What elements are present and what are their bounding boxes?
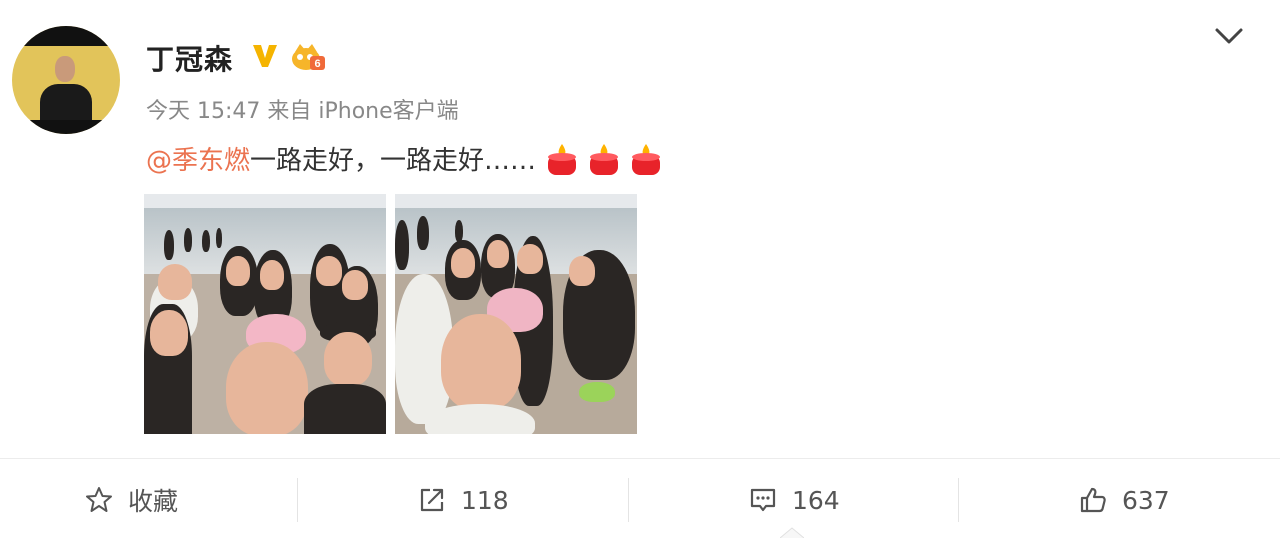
like-count: 637 <box>1122 485 1170 515</box>
share-count: 118 <box>461 485 509 515</box>
candle-icon <box>590 143 619 175</box>
action-separator <box>628 478 629 522</box>
thumbs-up-icon <box>1080 487 1106 513</box>
divider <box>0 458 1280 459</box>
chevron-down-icon[interactable] <box>1212 24 1246 48</box>
post-body-text: 一路走好，一路走好…… <box>250 146 537 176</box>
favorite-button[interactable]: 收藏 <box>84 480 178 520</box>
comment-icon <box>750 488 776 512</box>
candle-icon <box>632 143 661 175</box>
action-separator <box>297 478 298 522</box>
star-icon <box>86 487 112 512</box>
action-separator <box>958 478 959 522</box>
username[interactable]: 丁冠森 <box>146 38 233 78</box>
vip-level-label: 6 <box>314 58 320 70</box>
avatar[interactable] <box>12 26 120 134</box>
vip-crown-icon[interactable]: 6 <box>290 42 326 72</box>
share-icon <box>420 488 444 512</box>
post-photo-2[interactable] <box>395 194 637 434</box>
favorite-label: 收藏 <box>128 487 179 516</box>
mention-link[interactable]: @季东燃 <box>146 140 250 177</box>
timestamp[interactable]: 今天 15:47 <box>146 99 260 124</box>
candle-emojis <box>544 141 664 177</box>
post-photo-1[interactable] <box>144 194 386 434</box>
comment-expanded-caret-icon <box>780 527 804 538</box>
weibo-post-card: 丁冠森 6 今天 15:47 来自 iPhone客户端 @季东燃 一路走好，一路… <box>0 0 1280 538</box>
comment-button[interactable]: 164 <box>748 480 840 520</box>
comment-count: 164 <box>792 485 840 515</box>
share-button[interactable]: 118 <box>417 480 509 520</box>
source: 来自 iPhone客户端 <box>267 99 459 124</box>
post-meta: 今天 15:47 来自 iPhone客户端 <box>146 93 459 125</box>
candle-icon <box>548 143 577 175</box>
like-button[interactable]: 637 <box>1078 480 1170 520</box>
post-content: @季东燃 一路走好，一路走好…… <box>146 140 664 177</box>
verified-badge-icon[interactable] <box>250 40 280 70</box>
